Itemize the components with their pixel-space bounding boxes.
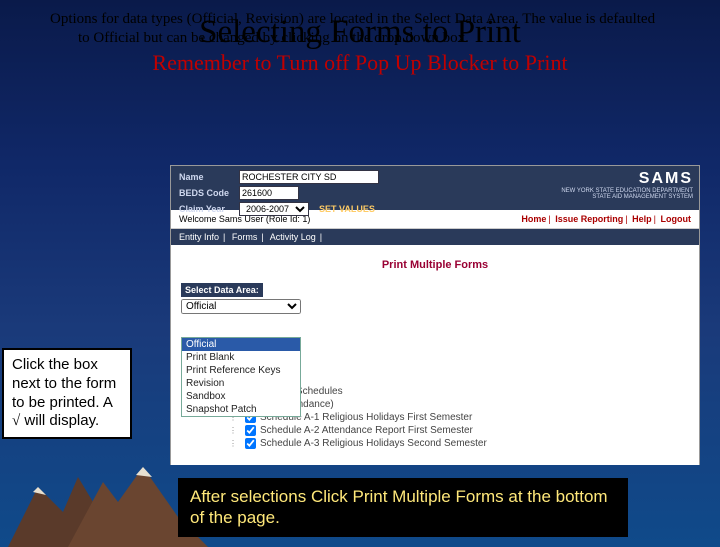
select-area-label: Select Data Area: (181, 283, 263, 297)
form-checkbox[interactable] (245, 438, 256, 449)
beds-label: BEDS Code (179, 188, 235, 198)
data-area-select[interactable]: Official (181, 299, 301, 314)
claimyear-select[interactable]: 2006-2007 (239, 202, 309, 216)
tab-forms[interactable]: Forms (232, 232, 258, 242)
form-label: Schedule A-2 Attendance Report First Sem… (260, 425, 473, 436)
dropdown-option[interactable]: Sandbox (182, 390, 300, 403)
sams-app-screenshot: Name BEDS Code Claim Year 2006-2007 SET … (170, 165, 700, 465)
callout-after-selections: After selections Click Print Multiple Fo… (178, 478, 628, 537)
dropdown-option[interactable]: Print Blank (182, 351, 300, 364)
callout-click-box: Click the box next to the form to be pri… (2, 348, 132, 439)
data-area-dropdown-open[interactable]: Official Print Blank Print Reference Key… (181, 337, 301, 417)
remember-warning: Remember to Turn off Pop Up Blocker to P… (0, 50, 720, 76)
nav-home[interactable]: Home (521, 214, 546, 224)
dropdown-option[interactable]: Official (182, 338, 300, 351)
nav-issue[interactable]: Issue Reporting (555, 214, 623, 224)
name-label: Name (179, 172, 235, 182)
nav-help[interactable]: Help (632, 214, 652, 224)
page-title: Print Multiple Forms (181, 259, 689, 271)
nav-logout[interactable]: Logout (661, 214, 692, 224)
form-label: Schedule A-3 Religious Holidays Second S… (260, 438, 487, 449)
beds-field[interactable] (239, 186, 299, 200)
tab-activity[interactable]: Activity Log (270, 232, 316, 242)
form-checkbox[interactable] (245, 425, 256, 436)
name-field[interactable] (239, 170, 379, 184)
checkmark-glyph: √ (12, 413, 20, 429)
set-values-button[interactable]: SET VALUES (319, 204, 375, 214)
slide-title: Selecting Forms to Print (0, 14, 720, 51)
dropdown-option[interactable]: Print Reference Keys (182, 364, 300, 377)
sams-logo: SAMS NEW YORK STATE EDUCATION DEPARTMENT… (561, 170, 693, 200)
dropdown-option[interactable]: Revision (182, 377, 300, 390)
tab-bar: Entity Info| Forms| Activity Log| (171, 229, 699, 245)
dropdown-option[interactable]: Snapshot Patch (182, 403, 300, 416)
tab-entity[interactable]: Entity Info (179, 232, 219, 242)
app-topbar: Name BEDS Code Claim Year 2006-2007 SET … (171, 166, 699, 210)
claimyear-label: Claim Year (179, 204, 235, 214)
